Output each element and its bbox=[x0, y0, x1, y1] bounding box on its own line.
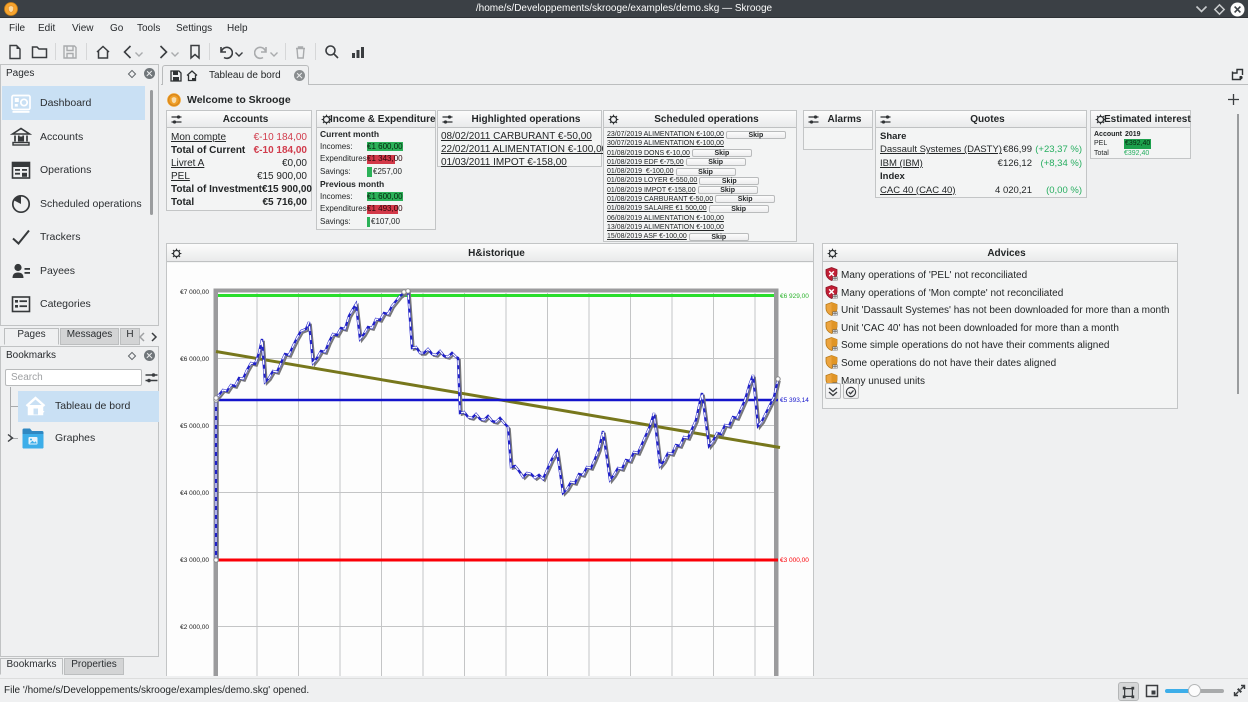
svg-text:€5 393,14: €5 393,14 bbox=[780, 397, 809, 404]
svg-text:€5 000,00: €5 000,00 bbox=[180, 423, 209, 430]
svg-text:€4 000,00: €4 000,00 bbox=[180, 490, 209, 497]
svg-text:€2 000,00: €2 000,00 bbox=[180, 624, 209, 631]
svg-text:€7 000,00: €7 000,00 bbox=[180, 289, 209, 296]
svg-text:€6 000,00: €6 000,00 bbox=[180, 356, 209, 363]
svg-text:€3 000,00: €3 000,00 bbox=[180, 557, 209, 564]
svg-text:€6 929,00: €6 929,00 bbox=[780, 293, 809, 300]
svg-text:€3 000,00: €3 000,00 bbox=[780, 557, 809, 564]
